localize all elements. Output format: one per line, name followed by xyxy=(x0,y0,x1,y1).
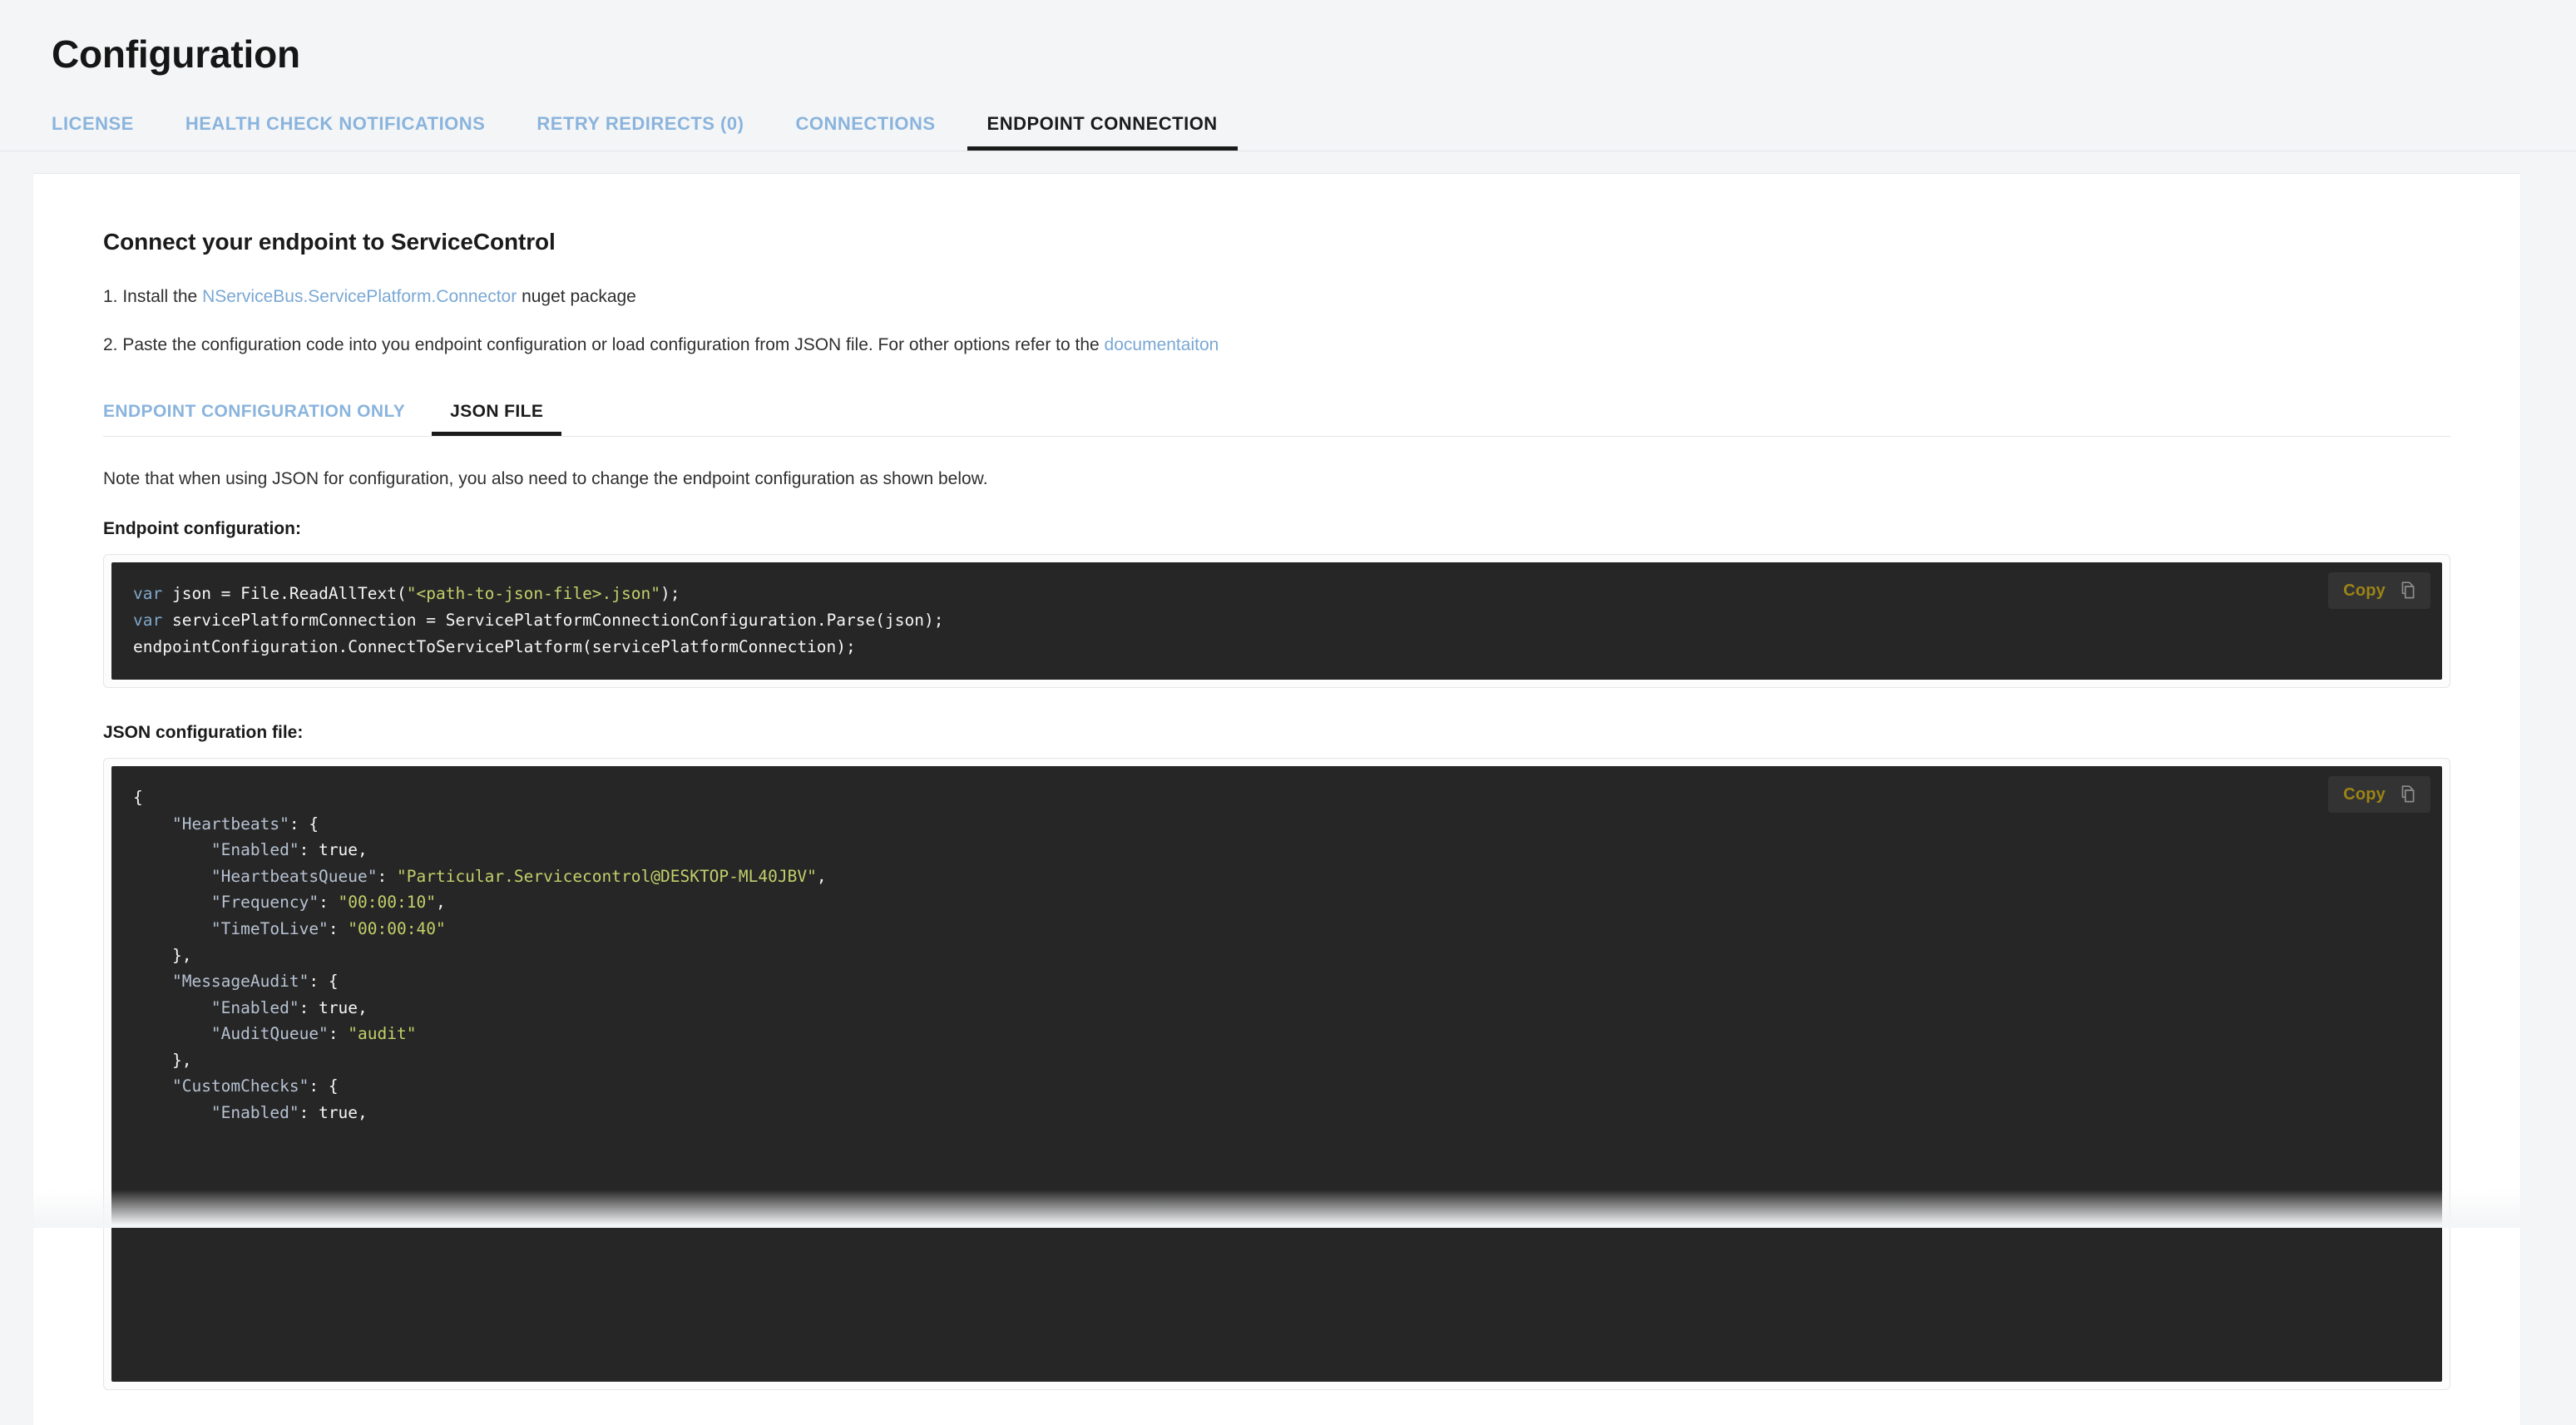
step-number-1: 1. xyxy=(103,287,118,306)
step-text-before-2: Paste the configuration code into you en… xyxy=(117,334,1105,354)
page-title: Configuration xyxy=(52,32,300,76)
copy-endpoint-code-button[interactable]: Copy xyxy=(2328,572,2430,610)
copy-endpoint-code-label: Copy xyxy=(2343,581,2386,600)
json-code-text: { "Heartbeats": { "Enabled": true, "Hear… xyxy=(133,788,827,1123)
json-note-text: Note that when using JSON for configurat… xyxy=(103,469,988,488)
endpoint-configuration-label: Endpoint configuration: xyxy=(103,519,301,539)
copy-json-code-button[interactable]: Copy xyxy=(2328,776,2430,814)
endpoint-code-text: var json = File.ReadAllText("<path-to-js… xyxy=(133,584,944,656)
tab-retry-redirects[interactable]: RETRY REDIRECTS (0) xyxy=(517,114,764,151)
page-header: Configuration xyxy=(0,0,2576,76)
tab-health-check-notifications[interactable]: HEALTH CHECK NOTIFICATIONS xyxy=(166,114,506,151)
tab-license[interactable]: LICENSE xyxy=(32,114,154,151)
section-title: Connect your endpoint to ServiceControl xyxy=(103,229,556,255)
step-text-after-1: nuget package xyxy=(517,287,636,306)
content-card: Connect your endpoint to ServiceControl … xyxy=(33,173,2520,1425)
step-text-before-1: Install the xyxy=(117,287,203,306)
config-sub-tab-bar: ENDPOINT CONFIGURATION ONLY JSON FILE xyxy=(103,394,2450,437)
subtab-json-file[interactable]: JSON FILE xyxy=(432,403,562,436)
endpoint-code-container: var json = File.ReadAllText("<path-to-js… xyxy=(103,554,2450,689)
nuget-package-link[interactable]: NServiceBus.ServicePlatform.Connector xyxy=(202,287,517,306)
step-number-2: 2. xyxy=(103,334,118,354)
copy-icon xyxy=(2397,580,2419,601)
subtab-endpoint-configuration-only[interactable]: ENDPOINT CONFIGURATION ONLY xyxy=(85,403,423,436)
tab-endpoint-connection[interactable]: ENDPOINT CONNECTION xyxy=(967,114,1238,151)
json-code-container: { "Heartbeats": { "Enabled": true, "Hear… xyxy=(103,758,2450,1391)
json-configuration-label: JSON configuration file: xyxy=(103,723,304,743)
endpoint-code-panel: var json = File.ReadAllText("<path-to-js… xyxy=(111,562,2442,680)
step-item-2: 2. Paste the configuration code into you… xyxy=(103,332,2450,359)
documentation-link[interactable]: documentaiton xyxy=(1105,335,1219,354)
main-tab-bar: LICENSE HEALTH CHECK NOTIFICATIONS RETRY… xyxy=(0,75,2576,151)
copy-json-code-label: Copy xyxy=(2343,784,2386,804)
steps-list: 1. Install the NServiceBus.ServicePlatfo… xyxy=(103,284,2450,358)
step-item-1: 1. Install the NServiceBus.ServicePlatfo… xyxy=(103,284,2450,310)
copy-icon xyxy=(2397,784,2419,805)
json-code-panel: { "Heartbeats": { "Enabled": true, "Hear… xyxy=(111,766,2442,1383)
tab-connections[interactable]: CONNECTIONS xyxy=(775,114,955,151)
